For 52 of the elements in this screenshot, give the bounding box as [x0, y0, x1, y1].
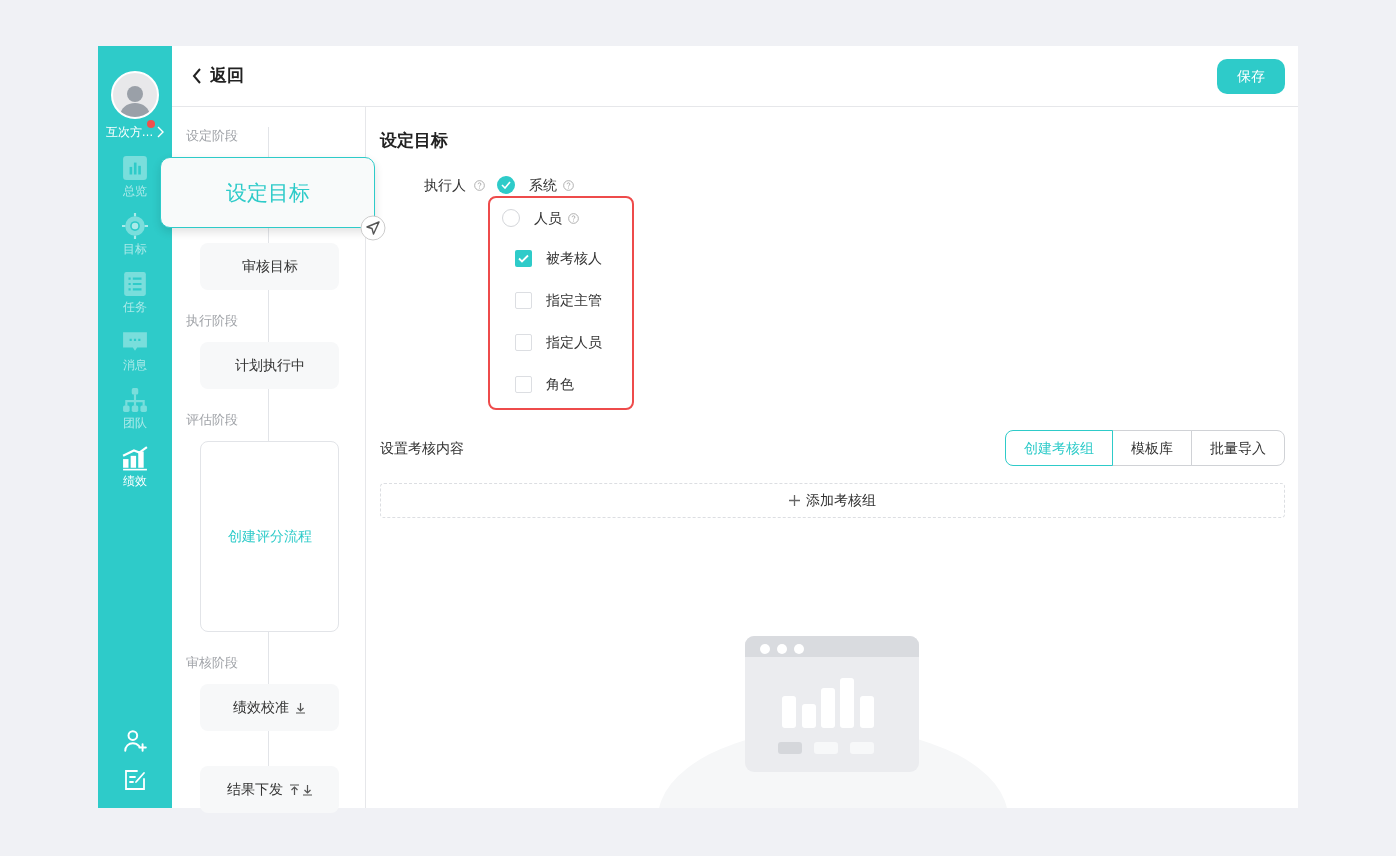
checkbox[interactable] [515, 333, 532, 351]
bar-chart-icon [122, 155, 148, 181]
avatar[interactable] [111, 71, 159, 119]
stage-label: 执行阶段 [186, 312, 238, 330]
step-label: 绩效校准 [233, 698, 289, 717]
step-card[interactable]: 审核目标 [200, 243, 339, 290]
checkmark-icon [501, 181, 511, 189]
checkbox-label[interactable]: 被考核人 [546, 247, 602, 269]
stage-label: 审核阶段 [186, 654, 238, 672]
step-card[interactable]: 结果下发 [200, 766, 339, 813]
org-chart-icon [122, 387, 148, 413]
step-label: 审核目标 [241, 257, 298, 276]
person-silhouette-icon [120, 83, 150, 117]
stage-label: 设定阶段 [186, 127, 238, 145]
help-icon[interactable] [563, 179, 574, 191]
target-icon [122, 213, 148, 239]
section-label: 设置考核内容 [380, 438, 464, 458]
stage-label: 评估阶段 [186, 411, 238, 429]
field-label: 执行人 [424, 175, 466, 195]
help-icon[interactable] [568, 212, 579, 224]
rising-bars-icon [122, 445, 148, 471]
edit-icon[interactable] [123, 768, 147, 792]
help-icon[interactable] [474, 179, 485, 191]
segment-tab[interactable]: 模板库 [1112, 430, 1192, 466]
section-title: 设定目标 [380, 130, 449, 152]
step-label: 结果下发 [226, 780, 283, 799]
radio-label[interactable]: 系统 [529, 174, 557, 196]
back-button[interactable]: 返回 [192, 63, 244, 89]
checkbox[interactable] [515, 375, 532, 393]
checkbox-label[interactable]: 指定人员 [546, 331, 602, 353]
segment-tab[interactable]: 批量导入 [1191, 430, 1285, 466]
checkbox[interactable] [515, 291, 532, 309]
move-down-icon[interactable] [295, 701, 306, 714]
checkbox[interactable] [515, 249, 532, 267]
step-card[interactable]: 计划执行中 [200, 342, 339, 389]
add-user-icon[interactable] [122, 728, 148, 754]
checkbox-label[interactable]: 指定主管 [546, 289, 602, 311]
chevron-left-icon [192, 68, 202, 84]
chevron-right-icon[interactable] [155, 126, 165, 138]
list-icon [122, 271, 148, 297]
move-down-icon[interactable] [301, 783, 313, 796]
radio-button[interactable] [497, 176, 515, 194]
add-group-button[interactable]: 添加考核组 [380, 483, 1285, 518]
plus-icon [789, 495, 800, 506]
step-label: 计划执行中 [234, 356, 305, 375]
radio-label[interactable]: 人员 [534, 207, 562, 229]
checkbox-label[interactable]: 角色 [546, 373, 574, 395]
step-card[interactable]: 绩效校准 [200, 684, 339, 731]
send-icon[interactable] [360, 215, 386, 241]
move-up-icon[interactable] [288, 783, 300, 796]
radio-button[interactable] [502, 209, 520, 227]
checkmark-icon [518, 253, 529, 263]
